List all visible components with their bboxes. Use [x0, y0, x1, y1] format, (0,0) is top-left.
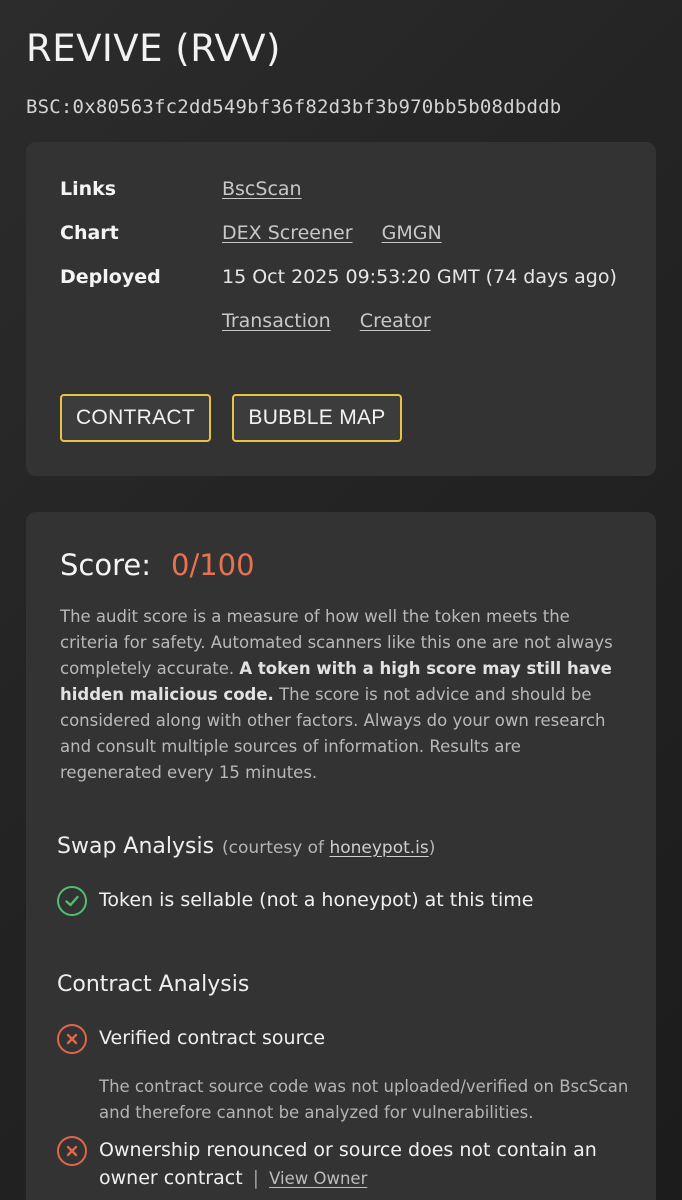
courtesy-prefix: (courtesy of [222, 838, 325, 858]
transaction-link[interactable]: Transaction [222, 310, 331, 332]
token-audit-page: REVIVE (RVV) BSC:0x80563fc2dd549bf36f82d… [0, 0, 682, 1200]
check-icon [57, 886, 87, 916]
deployed-label: Deployed [60, 266, 161, 288]
token-links-card: Links BscScan Chart DEX Screener GMGN De… [26, 142, 656, 476]
ownership-row: Ownership renounced or source does not c… [57, 1136, 627, 1193]
contract-analysis-title: Contract Analysis [57, 972, 250, 997]
audit-score-card: Score: 0/100 The audit score is a measur… [26, 512, 656, 1200]
creator-link[interactable]: Creator [360, 310, 431, 332]
deployed-date: 15 Oct 2025 09:53:20 GMT (74 days ago) [222, 266, 617, 288]
gmgn-link[interactable]: GMGN [382, 222, 442, 244]
score-description: The audit score is a measure of how well… [60, 604, 626, 786]
verified-source-note: The contract source code was not uploade… [99, 1077, 629, 1122]
fail-icon [57, 1136, 87, 1166]
swap-result-row: Token is sellable (not a honeypot) at th… [57, 886, 533, 916]
contract-button[interactable]: CONTRACT [60, 394, 211, 442]
verified-source-row: Verified contract source [57, 1024, 325, 1054]
links-label: Links [60, 178, 117, 200]
swap-result-text: Token is sellable (not a honeypot) at th… [99, 889, 534, 911]
courtesy-note: (courtesy of honeypot.is) [222, 838, 435, 858]
verified-source-label: Verified contract source [99, 1027, 326, 1049]
token-title: REVIVE (RVV) [26, 27, 281, 70]
bscscan-link[interactable]: BscScan [222, 178, 302, 200]
honeypot-link[interactable]: honeypot.is [329, 838, 428, 858]
ownership-label-wrap: Ownership renounced or source does not c… [99, 1136, 627, 1193]
courtesy-suffix: ) [428, 838, 436, 858]
view-owner-link[interactable]: View Owner [269, 1169, 367, 1188]
score-label: Score: [60, 548, 151, 582]
fail-icon [57, 1024, 87, 1054]
separator: | [252, 1167, 260, 1189]
contract-address[interactable]: BSC:0x80563fc2dd549bf36f82d3bf3b970bb5b0… [26, 95, 561, 119]
dex-screener-link[interactable]: DEX Screener [222, 222, 353, 244]
chart-label: Chart [60, 222, 119, 244]
swap-analysis-title: Swap Analysis [57, 834, 215, 859]
swap-analysis-heading: Swap Analysis (courtesy of honeypot.is) [57, 834, 435, 859]
score-value: 0/100 [171, 548, 255, 582]
bubble-map-button[interactable]: BUBBLE MAP [232, 394, 402, 442]
